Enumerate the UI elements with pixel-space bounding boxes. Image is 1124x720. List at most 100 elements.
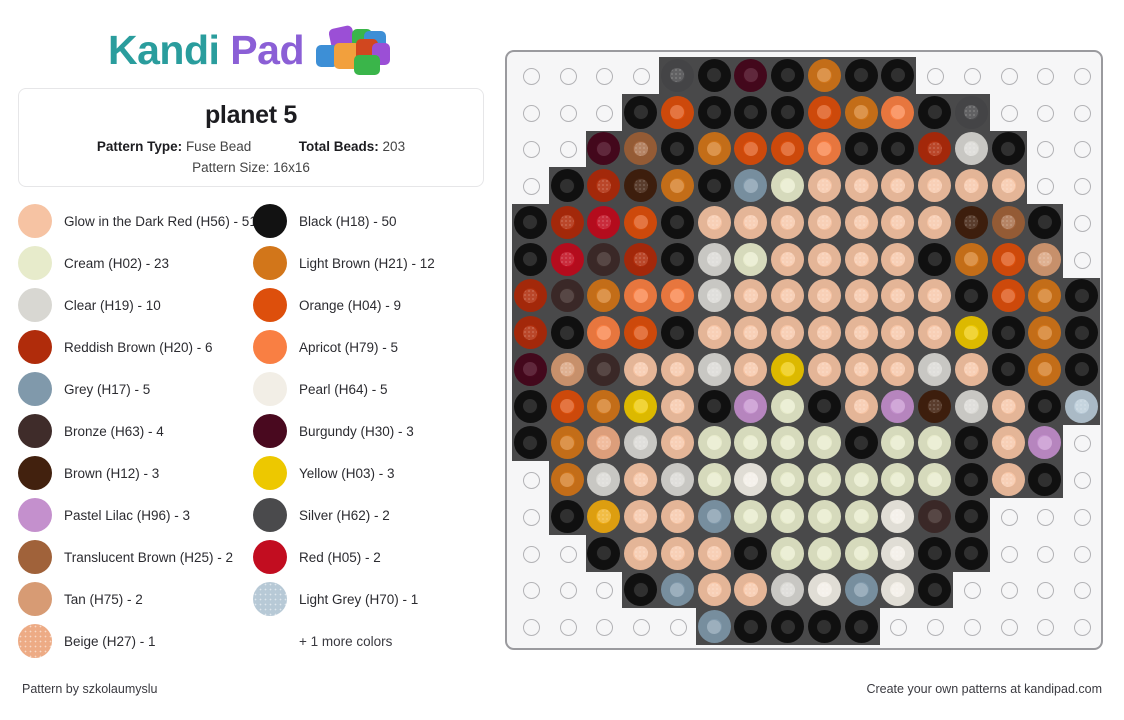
bead-cell[interactable] [695, 571, 733, 609]
bead-cell[interactable] [989, 608, 1027, 645]
bead-cell[interactable] [1026, 498, 1064, 535]
bead-cell[interactable] [806, 461, 843, 498]
bead-cell[interactable] [659, 461, 696, 498]
bead-cell[interactable] [989, 240, 1027, 278]
bead-cell[interactable] [806, 167, 843, 204]
bead-cell[interactable] [916, 204, 953, 241]
bead-cell[interactable] [879, 277, 917, 315]
bead-cell[interactable] [842, 57, 880, 94]
bead-cell[interactable] [585, 204, 623, 241]
bead-cell[interactable] [695, 57, 733, 94]
bead-cell[interactable] [622, 608, 659, 645]
bead-cell[interactable] [512, 314, 549, 351]
bead-cell[interactable] [806, 608, 843, 645]
bead-cell[interactable] [585, 240, 623, 278]
bead-cell[interactable] [1063, 130, 1100, 168]
bead-cell[interactable] [732, 461, 770, 498]
bead-cell[interactable] [769, 167, 806, 204]
bead-cell[interactable] [1026, 351, 1064, 388]
bead-cell[interactable] [806, 204, 843, 241]
bead-cell[interactable] [879, 314, 917, 351]
bead-cell[interactable] [622, 424, 659, 462]
bead-cell[interactable] [1063, 93, 1100, 131]
bead-cell[interactable] [842, 461, 880, 498]
bead-cell[interactable] [695, 424, 733, 462]
bead-cell[interactable] [512, 461, 549, 498]
bead-cell[interactable] [1026, 57, 1064, 94]
bead-cell[interactable] [695, 93, 733, 131]
bead-cell[interactable] [622, 277, 659, 315]
bead-cell[interactable] [953, 534, 990, 572]
bead-cell[interactable] [622, 498, 659, 535]
bead-cell[interactable] [769, 498, 806, 535]
bead-cell[interactable] [695, 387, 733, 425]
bead-cell[interactable] [695, 498, 733, 535]
bead-cell[interactable] [769, 240, 806, 278]
bead-cell[interactable] [585, 93, 623, 131]
bead-cell[interactable] [806, 571, 843, 609]
bead-cell[interactable] [842, 93, 880, 131]
bead-cell[interactable] [585, 167, 623, 204]
bead-cell[interactable] [916, 57, 953, 94]
bead-cell[interactable] [695, 314, 733, 351]
bead-cell[interactable] [732, 167, 770, 204]
bead-cell[interactable] [548, 57, 586, 94]
bead-cell[interactable] [695, 534, 733, 572]
bead-cell[interactable] [512, 424, 549, 462]
bead-cell[interactable] [879, 93, 917, 131]
bead-cell[interactable] [622, 461, 659, 498]
bead-cell[interactable] [1026, 167, 1064, 204]
bead-cell[interactable] [769, 608, 806, 645]
bead-cell[interactable] [989, 57, 1027, 94]
bead-cell[interactable] [806, 240, 843, 278]
bead-cell[interactable] [953, 461, 990, 498]
bead-cell[interactable] [1063, 571, 1100, 609]
bead-cell[interactable] [916, 608, 953, 645]
bead-cell[interactable] [659, 534, 696, 572]
bead-cell[interactable] [732, 351, 770, 388]
bead-cell[interactable] [769, 57, 806, 94]
bead-cell[interactable] [659, 387, 696, 425]
bead-cell[interactable] [585, 57, 623, 94]
bead-cell[interactable] [769, 387, 806, 425]
bead-cell[interactable] [953, 57, 990, 94]
bead-cell[interactable] [548, 608, 586, 645]
bead-cell[interactable] [879, 130, 917, 168]
bead-cell[interactable] [622, 351, 659, 388]
bead-cell[interactable] [953, 498, 990, 535]
bead-cell[interactable] [879, 351, 917, 388]
bead-cell[interactable] [512, 130, 549, 168]
bead-cell[interactable] [806, 498, 843, 535]
bead-cell[interactable] [695, 608, 733, 645]
bead-cell[interactable] [989, 167, 1027, 204]
bead-cell[interactable] [1026, 608, 1064, 645]
bead-cell[interactable] [842, 167, 880, 204]
bead-cell[interactable] [953, 93, 990, 131]
bead-cell[interactable] [806, 277, 843, 315]
bead-cell[interactable] [512, 93, 549, 131]
bead-cell[interactable] [512, 534, 549, 572]
bead-cell[interactable] [916, 351, 953, 388]
bead-cell[interactable] [659, 204, 696, 241]
bead-cell[interactable] [1063, 314, 1100, 351]
bead-cell[interactable] [659, 571, 696, 609]
bead-cell[interactable] [695, 167, 733, 204]
bead-cell[interactable] [879, 204, 917, 241]
bead-cell[interactable] [842, 240, 880, 278]
bead-cell[interactable] [622, 534, 659, 572]
bead-cell[interactable] [989, 351, 1027, 388]
bead-cell[interactable] [842, 351, 880, 388]
bead-cell[interactable] [916, 571, 953, 609]
bead-cell[interactable] [953, 204, 990, 241]
bead-cell[interactable] [916, 277, 953, 315]
bead-cell[interactable] [769, 351, 806, 388]
bead-cell[interactable] [1063, 277, 1100, 315]
bead-cell[interactable] [879, 424, 917, 462]
bead-cell[interactable] [1026, 240, 1064, 278]
bead-cell[interactable] [916, 93, 953, 131]
bead-cell[interactable] [1026, 277, 1064, 315]
bead-cell[interactable] [548, 240, 586, 278]
bead-cell[interactable] [585, 277, 623, 315]
bead-cell[interactable] [806, 534, 843, 572]
bead-cell[interactable] [769, 93, 806, 131]
